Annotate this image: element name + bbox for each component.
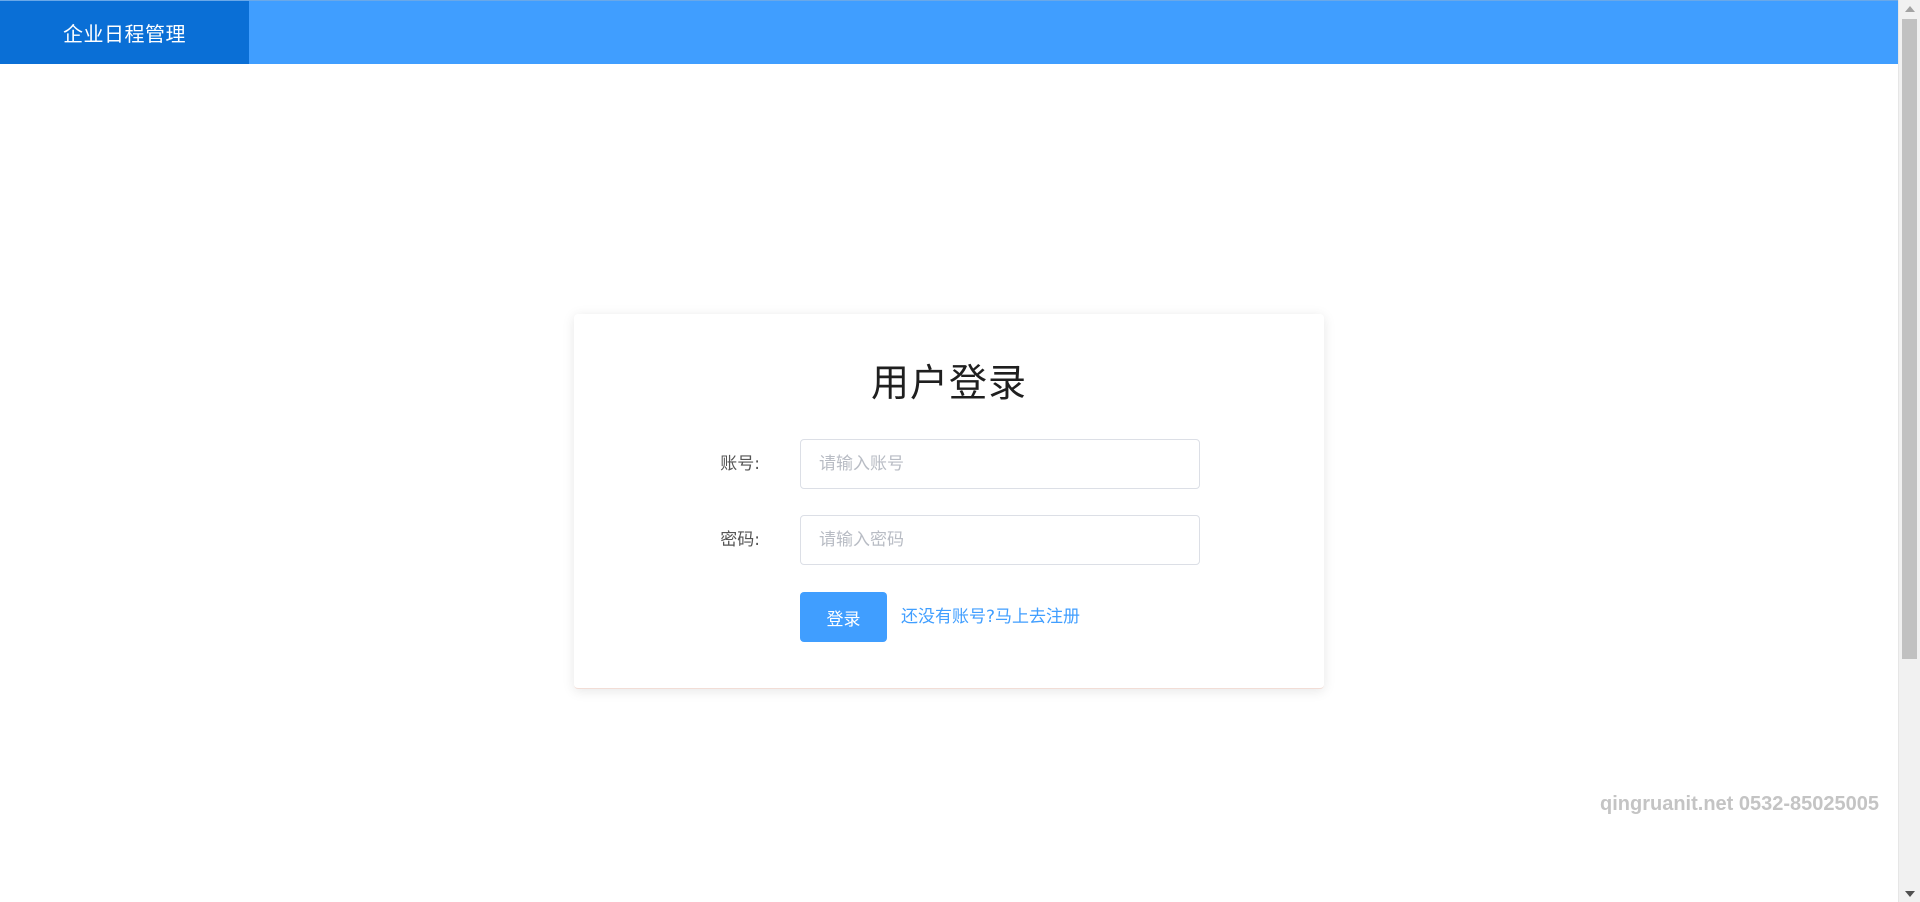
login-button[interactable]: 登录	[800, 592, 887, 642]
scrollbar-thumb[interactable]	[1902, 19, 1917, 659]
register-link[interactable]: 还没有账号?马上去注册	[901, 592, 1080, 642]
watermark-text: qingruanit.net 0532-85025005	[1600, 793, 1880, 815]
vertical-scrollbar[interactable]	[1898, 0, 1920, 902]
top-header: 企业日程管理	[0, 0, 1898, 64]
app-brand[interactable]: 企业日程管理	[0, 1, 249, 64]
scroll-down-button[interactable]	[1899, 885, 1920, 902]
triangle-down-icon	[1904, 890, 1915, 897]
password-input[interactable]	[800, 515, 1200, 565]
password-label: 密码:	[720, 530, 760, 550]
login-card: 用户登录 账号: 密码: 登录 还没有账号?马上去注册	[574, 314, 1324, 689]
app-root: 企业日程管理 用户登录 账号: 密码: 登录 还没有账号?马上去注册 qingr…	[0, 0, 1920, 902]
login-title: 用户登录	[870, 361, 1027, 405]
triangle-up-icon	[1904, 5, 1915, 12]
account-input[interactable]	[800, 439, 1200, 489]
scroll-up-button[interactable]	[1899, 0, 1920, 17]
account-label: 账号:	[720, 454, 760, 474]
